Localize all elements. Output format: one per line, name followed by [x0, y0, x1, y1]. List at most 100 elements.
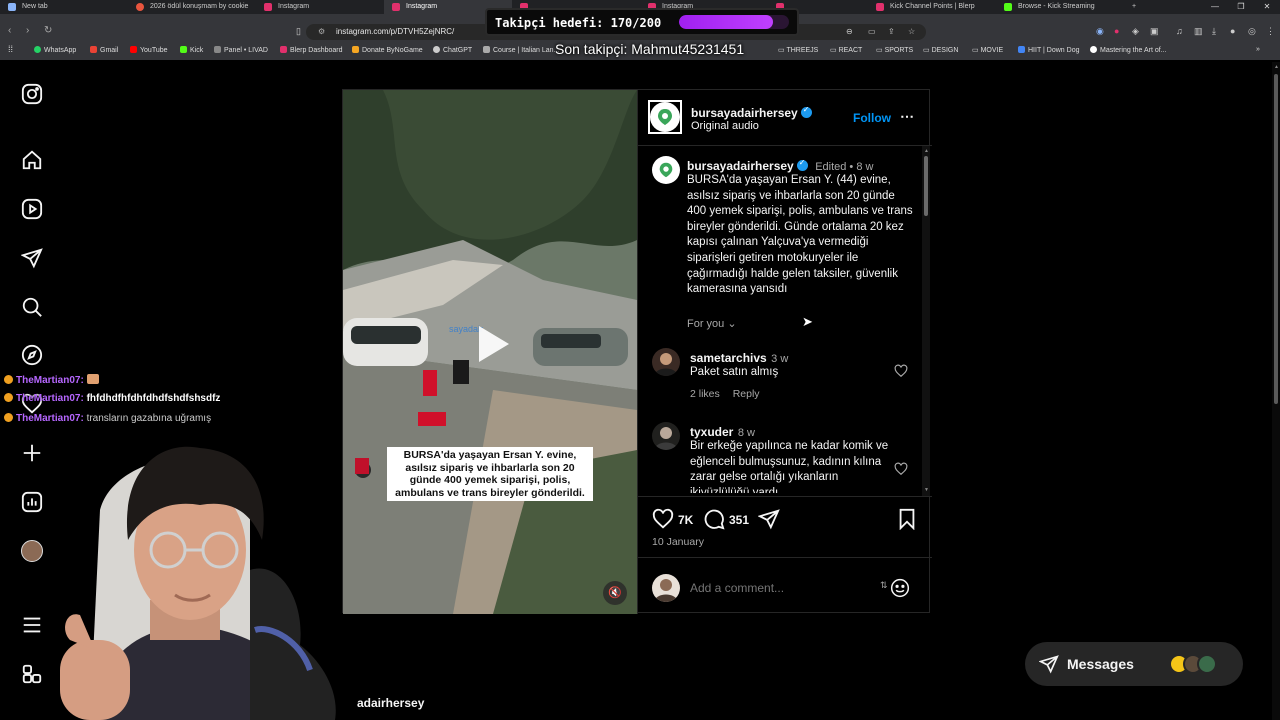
scroll-up-icon[interactable]: ▲ — [924, 148, 929, 154]
sidebar-icon[interactable]: ▥ — [1194, 26, 1203, 37]
share-icon[interactable]: ⇪ — [888, 24, 895, 40]
bookmark-folder[interactable]: ▭ DESIGN — [923, 46, 958, 54]
more-options-icon[interactable]: ⋯ — [900, 108, 914, 125]
comment-like-icon[interactable] — [894, 364, 908, 378]
reload-icon[interactable]: ↻ — [44, 25, 52, 36]
bookmark-item[interactable]: Kick — [180, 46, 203, 54]
new-tab-button[interactable]: + — [1124, 0, 1148, 14]
send-icon[interactable] — [20, 247, 43, 269]
goal-progress-fill — [679, 15, 773, 29]
more-bookmarks-icon[interactable]: » — [1256, 46, 1260, 53]
comment-likes[interactable]: 2 likes — [690, 388, 720, 400]
comment-icon[interactable] — [703, 508, 725, 530]
scroll-down-icon[interactable]: ▼ — [924, 487, 929, 493]
bookmark-item[interactable]: Gmail — [90, 46, 118, 54]
mute-icon[interactable]: 🔇 — [603, 581, 627, 605]
bookmark-folder[interactable]: ▭ SPORTS — [876, 46, 913, 54]
back-icon[interactable]: ‹ — [8, 25, 11, 36]
minimize-icon[interactable]: — — [1202, 0, 1228, 14]
cast-icon[interactable]: ▭ — [868, 24, 876, 40]
menu-icon[interactable]: ⋮ — [1266, 26, 1275, 37]
explore-icon[interactable] — [21, 344, 43, 366]
maximize-icon[interactable]: ❐ — [1228, 0, 1254, 14]
bookmark-item[interactable]: Donate ByNoGame — [352, 46, 423, 54]
like-icon[interactable] — [652, 508, 674, 530]
zoom-icon[interactable]: ⊖ — [846, 24, 853, 40]
bookmark-icon[interactable]: ▯ — [296, 26, 301, 37]
scroll-up-icon[interactable]: ▲ — [1274, 64, 1279, 70]
commenter-username[interactable]: tyxuder — [690, 425, 733, 439]
post-dialog: sayadair BURSA'da yaşayan Ersan Y. evine… — [342, 89, 932, 614]
comment-like-icon[interactable] — [894, 462, 908, 476]
scrollbar-thumb[interactable] — [924, 156, 928, 216]
bookmark-item[interactable]: Blerp Dashboard — [280, 46, 343, 54]
comment-count[interactable]: 351 — [729, 513, 749, 527]
commenter-username[interactable]: sametarchivs — [690, 351, 767, 365]
browser-tab[interactable]: Instagram — [256, 0, 384, 14]
extension-icon[interactable]: ◉ — [1096, 26, 1104, 37]
audio-link[interactable]: Original audio — [691, 120, 759, 132]
reels-icon[interactable] — [21, 198, 43, 220]
like-count[interactable]: 7K — [678, 513, 693, 527]
bookmark-label: REACT — [838, 47, 863, 54]
instagram-icon — [264, 3, 272, 11]
page-scrollbar[interactable]: ▲ — [1272, 62, 1280, 720]
extension-icon[interactable]: ● — [1114, 26, 1119, 36]
profile-icon[interactable]: ● — [1230, 26, 1235, 36]
tab-favicon-icon — [136, 3, 144, 11]
caption-avatar[interactable] — [652, 156, 680, 184]
caption-username[interactable]: bursayadairhersey — [687, 159, 794, 173]
bookmark-folder[interactable]: ▭ THREEJS — [778, 46, 818, 54]
bookmark-item[interactable]: Panel • LIVAD — [214, 46, 268, 54]
messages-button[interactable]: Messages — [1025, 642, 1243, 686]
site-info-icon[interactable]: ⚙ — [318, 24, 325, 40]
browser-tab[interactable]: 2026 ödül konuşmam by cookie — [128, 0, 256, 14]
save-icon[interactable] — [896, 508, 918, 531]
extension-icon[interactable]: ▣ — [1150, 26, 1159, 37]
grammar-extension-icon[interactable]: ⇅ — [880, 580, 888, 591]
bookmark-item[interactable]: ChatGPT — [433, 46, 472, 54]
apps-icon[interactable]: ⁞⁞ — [8, 44, 13, 54]
author-avatar[interactable] — [648, 100, 682, 134]
url-text: instagram.com/p/DTVH5ZejNRC/ — [336, 27, 455, 36]
add-comment-input[interactable] — [690, 580, 870, 596]
search-icon[interactable] — [21, 296, 43, 318]
star-icon[interactable]: ☆ — [908, 24, 915, 40]
chat-message: TheMartian07: — [4, 374, 99, 386]
account-icon[interactable]: ◎ — [1248, 26, 1256, 37]
tab-favicon-icon — [8, 3, 16, 11]
bookmark-label: SPORTS — [884, 47, 914, 54]
reply-button[interactable]: Reply — [733, 388, 760, 400]
bookmark-item[interactable]: Mastering the Art of... — [1090, 46, 1167, 54]
forward-icon[interactable]: › — [26, 25, 29, 36]
for-you-toggle[interactable]: For you ⌄ — [687, 317, 737, 330]
avatar-icon — [654, 427, 678, 450]
download-icon[interactable]: ⤓ — [1212, 26, 1216, 37]
commenter-avatar[interactable] — [652, 422, 680, 450]
bookmark-folder[interactable]: ▭ MOVIE — [972, 46, 1003, 54]
bookmark-item[interactable]: WhatsApp — [34, 46, 76, 54]
bookmark-item[interactable]: Course | Italian Lan... — [483, 46, 559, 54]
extension-icon[interactable]: ◈ — [1132, 26, 1139, 37]
bookmark-folder[interactable]: ▭ REACT — [830, 46, 862, 54]
window-controls: — ❐ ✕ — [1202, 0, 1280, 14]
emoji-icon[interactable] — [890, 578, 910, 598]
follow-button[interactable]: Follow — [853, 111, 891, 125]
bookmark-item[interactable]: YouTube — [130, 46, 168, 54]
browser-tab[interactable]: Kick Channel Points | Blerp — [868, 0, 996, 14]
reel-video[interactable]: sayadair BURSA'da yaşayan Ersan Y. evine… — [343, 90, 637, 614]
close-icon[interactable]: ✕ — [1254, 0, 1280, 14]
author-username[interactable]: bursayadairhersey — [691, 106, 798, 120]
commenter-avatar[interactable] — [652, 348, 680, 376]
scrollbar-thumb[interactable] — [1274, 74, 1278, 404]
instagram-logo-icon[interactable] — [21, 83, 43, 105]
browser-tab[interactable]: Browse - Kick Streaming — [996, 0, 1124, 14]
browser-tab[interactable]: New tab — [0, 0, 128, 14]
bookmark-label: Panel • LIVAD — [224, 47, 268, 54]
comments-scrollbar[interactable]: ▲ ▼ — [922, 146, 930, 496]
home-icon[interactable] — [21, 149, 43, 171]
share-icon[interactable] — [757, 508, 780, 530]
play-icon[interactable] — [469, 322, 513, 366]
bookmark-item[interactable]: HIIT | Down Dog — [1018, 46, 1080, 54]
music-icon[interactable]: ♫ — [1176, 26, 1183, 36]
